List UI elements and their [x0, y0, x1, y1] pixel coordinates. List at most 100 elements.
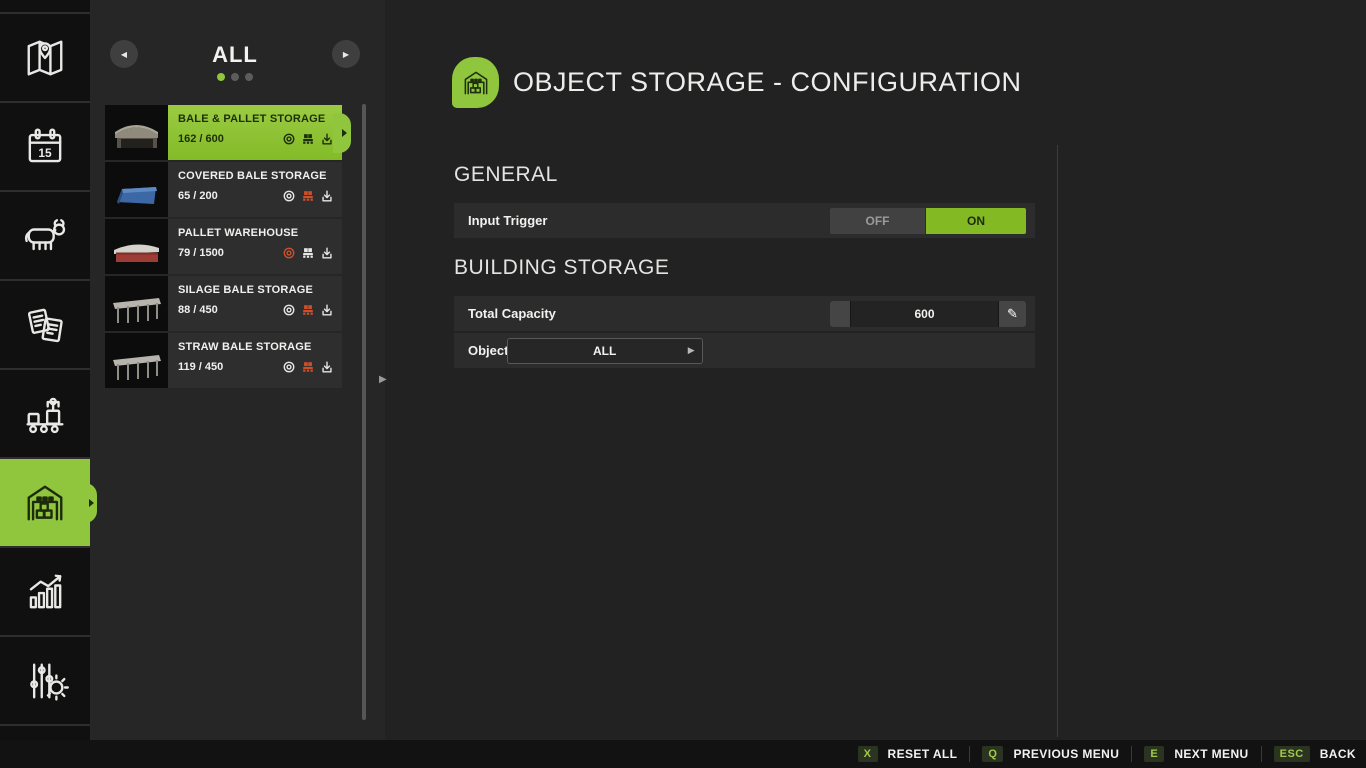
shortcut-next-menu[interactable]: E NEXT MENU — [1144, 746, 1248, 762]
capacity-value[interactable]: 600 — [851, 301, 998, 327]
thumbnail — [105, 162, 168, 217]
chevron-right-icon: ▶ — [688, 345, 695, 356]
bale-icon — [282, 132, 296, 146]
chevron-left-icon: ◀ — [121, 50, 127, 59]
toggle-on-button[interactable]: ON — [926, 208, 1026, 234]
objects-value: ALL — [593, 344, 616, 358]
shortcut-previous-menu[interactable]: Q PREVIOUS MENU — [982, 746, 1119, 762]
total-capacity-input: 600 ✎ — [830, 301, 1026, 327]
list-item-covered-bale-storage[interactable]: COVERED BALE STORAGE 65 / 200 — [105, 162, 342, 217]
configuration-panel: OBJECT STORAGE - CONFIGURATION GENERAL I… — [385, 0, 1366, 740]
bottom-bar: X RESET ALL Q PREVIOUS MENU E NEXT MENU … — [0, 740, 1366, 768]
page-dot[interactable] — [231, 73, 239, 81]
documents-icon — [19, 299, 71, 351]
sidebar-item-map[interactable] — [0, 12, 90, 101]
category-title: ALL — [138, 42, 332, 68]
thumbnail — [105, 219, 168, 274]
pallet-icon — [301, 132, 315, 146]
map-icon — [19, 32, 71, 84]
bale-icon — [282, 246, 296, 260]
settings-icon — [19, 655, 71, 707]
fill-level: 162 / 600 — [178, 133, 224, 145]
building-list: BALE & PALLET STORAGE 162 / 600 — [105, 105, 342, 390]
objects-selector[interactable]: ALL ▶ — [507, 338, 703, 364]
next-category-button[interactable]: ▶ — [332, 40, 360, 68]
calendar-icon — [19, 121, 71, 173]
page-dots — [138, 73, 332, 81]
input-trigger-toggle: OFF ON — [830, 208, 1026, 234]
shortcut-separator — [1131, 746, 1132, 762]
sidebar-partial-bottom — [0, 724, 90, 740]
stats-icon — [19, 566, 71, 618]
page-header: OBJECT STORAGE - CONFIGURATION — [452, 57, 1022, 108]
list-item-title: STRAW BALE STORAGE — [178, 341, 334, 353]
panel-collapse-arrow[interactable]: ▶ — [379, 374, 387, 385]
row-label: Input Trigger — [454, 213, 547, 228]
page-title: OBJECT STORAGE - CONFIGURATION — [513, 67, 1022, 98]
key-badge-esc: ESC — [1274, 746, 1310, 762]
toggle-off-button[interactable]: OFF — [830, 208, 925, 234]
sidebar — [0, 0, 90, 740]
list-item-straw-bale-storage[interactable]: STRAW BALE STORAGE 119 / 450 — [105, 333, 342, 388]
key-badge-x: X — [858, 746, 878, 762]
list-item-pallet-warehouse[interactable]: PALLET WAREHOUSE 79 / 1500 — [105, 219, 342, 274]
pencil-icon: ✎ — [1007, 306, 1018, 322]
selected-item-bump — [333, 113, 351, 153]
pallet-icon — [301, 189, 315, 203]
thumbnail — [105, 333, 168, 388]
list-item-title: COVERED BALE STORAGE — [178, 170, 334, 182]
warehouse-icon — [459, 66, 493, 100]
bale-icon — [282, 303, 296, 317]
thumbnail — [105, 105, 168, 160]
list-item-title: PALLET WAREHOUSE — [178, 227, 334, 239]
pallet-icon — [301, 246, 315, 260]
list-item-title: BALE & PALLET STORAGE — [178, 113, 334, 125]
edit-button[interactable]: ✎ — [999, 301, 1026, 327]
page-dot[interactable] — [245, 73, 253, 81]
insert-icon — [320, 303, 334, 317]
sidebar-item-storage[interactable] — [0, 457, 90, 546]
thumbnail — [105, 276, 168, 331]
fill-level: 119 / 450 — [178, 361, 223, 373]
sidebar-item-animals[interactable] — [0, 190, 90, 279]
capacity-slider-handle[interactable] — [830, 301, 850, 327]
active-tab-bump — [81, 483, 97, 523]
row-label: Total Capacity — [454, 306, 556, 321]
fill-level: 88 / 450 — [178, 304, 218, 316]
section-title-building-storage: BUILDING STORAGE — [454, 256, 1035, 280]
list-item-title: SILAGE BALE STORAGE — [178, 284, 334, 296]
list-item-bale-pallet-storage[interactable]: BALE & PALLET STORAGE 162 / 600 — [105, 105, 342, 160]
section-title-general: GENERAL — [454, 163, 1035, 187]
fill-level: 65 / 200 — [178, 190, 218, 202]
pallet-icon — [301, 360, 315, 374]
sidebar-item-contracts[interactable] — [0, 279, 90, 368]
sidebar-item-settings[interactable] — [0, 635, 90, 724]
bale-icon — [282, 360, 296, 374]
scrollbar-thumb[interactable] — [362, 104, 366, 720]
building-list-panel: ◀ ALL ▶ BALE & PALLET STORAGE 162 / 600 — [90, 0, 385, 740]
input-trigger-row: Input Trigger OFF ON — [454, 203, 1035, 238]
insert-icon — [320, 246, 334, 260]
total-capacity-row: Total Capacity 600 ✎ — [454, 296, 1035, 331]
key-badge-q: Q — [982, 746, 1003, 762]
production-icon — [19, 388, 71, 440]
shortcut-reset-all[interactable]: X RESET ALL — [858, 746, 958, 762]
key-badge-e: E — [1144, 746, 1164, 762]
insert-icon — [320, 189, 334, 203]
list-scrollbar[interactable] — [362, 104, 366, 720]
bale-icon — [282, 189, 296, 203]
shortcut-separator — [1261, 746, 1262, 762]
prev-category-button[interactable]: ◀ — [110, 40, 138, 68]
storage-badge — [452, 57, 499, 108]
sidebar-item-calendar[interactable] — [0, 101, 90, 190]
object-storage-configuration-screen: ◀ ALL ▶ BALE & PALLET STORAGE 162 / 600 — [0, 0, 1366, 768]
sidebar-item-production[interactable] — [0, 368, 90, 457]
sidebar-item-statistics[interactable] — [0, 546, 90, 635]
shortcut-back[interactable]: ESC BACK — [1274, 746, 1356, 762]
pallet-icon — [301, 303, 315, 317]
cow-icon — [19, 210, 71, 262]
shortcut-separator — [969, 746, 970, 762]
list-item-silage-bale-storage[interactable]: SILAGE BALE STORAGE 88 / 450 — [105, 276, 342, 331]
page-dot[interactable] — [217, 73, 225, 81]
insert-icon — [320, 132, 334, 146]
